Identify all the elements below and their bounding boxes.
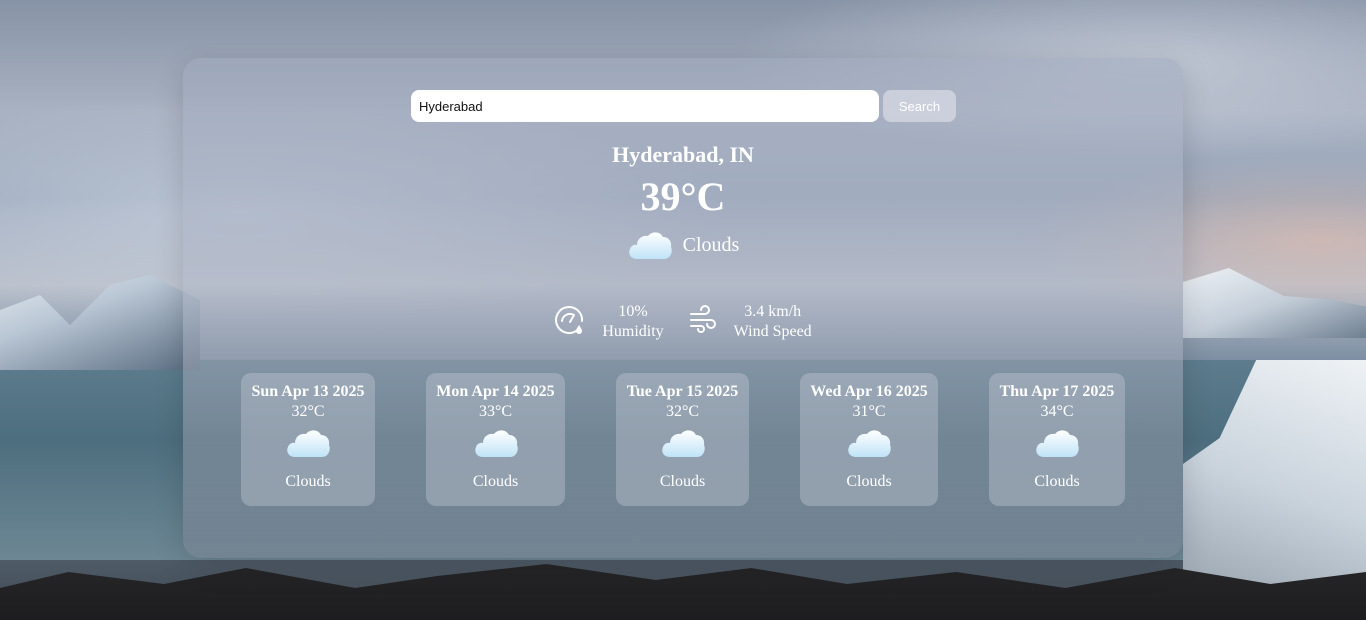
- forecast-temp: 32°C: [665, 403, 700, 420]
- forecast-condition: Clouds: [472, 473, 519, 490]
- forecast-card: Wed Apr 16 2025 31°C Clouds: [800, 373, 938, 506]
- current-condition: Clouds: [183, 228, 1183, 262]
- forecast-temp: 31°C: [852, 403, 886, 420]
- forecast-day: Thu Apr 17 2025: [999, 383, 1115, 400]
- forecast-day: Tue Apr 15 2025: [626, 383, 739, 400]
- search-input[interactable]: [411, 90, 879, 122]
- forecast-card: Mon Apr 14 2025 33°C Clouds: [426, 373, 565, 506]
- location-name: Hyderabad, IN: [612, 142, 754, 167]
- wind-label: Wind Speed: [733, 323, 812, 340]
- forecast-condition: Clouds: [659, 473, 706, 490]
- wind-stat: 3.4 km/h Wind Speed: [688, 302, 812, 342]
- forecast-card: Thu Apr 17 2025 34°C Clouds: [989, 373, 1125, 506]
- cloud-icon: [627, 228, 673, 262]
- forecast-condition: Clouds: [1034, 473, 1080, 490]
- forecast-card: Sun Apr 13 2025 32°C Clouds: [241, 373, 375, 506]
- humidity-label: Humidity: [602, 323, 664, 340]
- cloud-icon: [1034, 426, 1080, 468]
- condition-label: Clouds: [682, 233, 740, 256]
- cloud-icon: [285, 426, 331, 468]
- weather-card: Search Hyderabad, IN 39°C Clouds: [183, 58, 1183, 558]
- search-bar: Search: [411, 90, 956, 122]
- humidity-stat: 10% Humidity: [554, 302, 664, 342]
- humidity-value: 10%: [618, 303, 648, 320]
- current-temperature: 39°C: [640, 174, 726, 219]
- forecast-card: Tue Apr 15 2025 32°C Clouds: [616, 373, 749, 506]
- wind-icon: [688, 304, 718, 340]
- cloud-icon: [846, 426, 892, 468]
- forecast-temp: 33°C: [478, 403, 513, 420]
- forecast-day: Mon Apr 14 2025: [436, 383, 555, 400]
- humidity-gauge-icon: [554, 304, 586, 341]
- forecast-temp: 34°C: [1040, 403, 1074, 420]
- current-stats: 10% Humidity 3.4 km/h Wind Speed: [183, 302, 1183, 342]
- forecast-temp: 32°C: [291, 403, 325, 420]
- cloud-icon: [660, 426, 706, 468]
- forecast-day: Sun Apr 13 2025: [251, 383, 365, 400]
- wind-value: 3.4 km/h: [744, 303, 802, 320]
- cloud-icon: [473, 426, 519, 468]
- forecast-condition: Clouds: [846, 473, 892, 490]
- search-button[interactable]: Search: [883, 90, 956, 122]
- forecast-condition: Clouds: [285, 473, 331, 490]
- forecast-day: Wed Apr 16 2025: [810, 383, 928, 400]
